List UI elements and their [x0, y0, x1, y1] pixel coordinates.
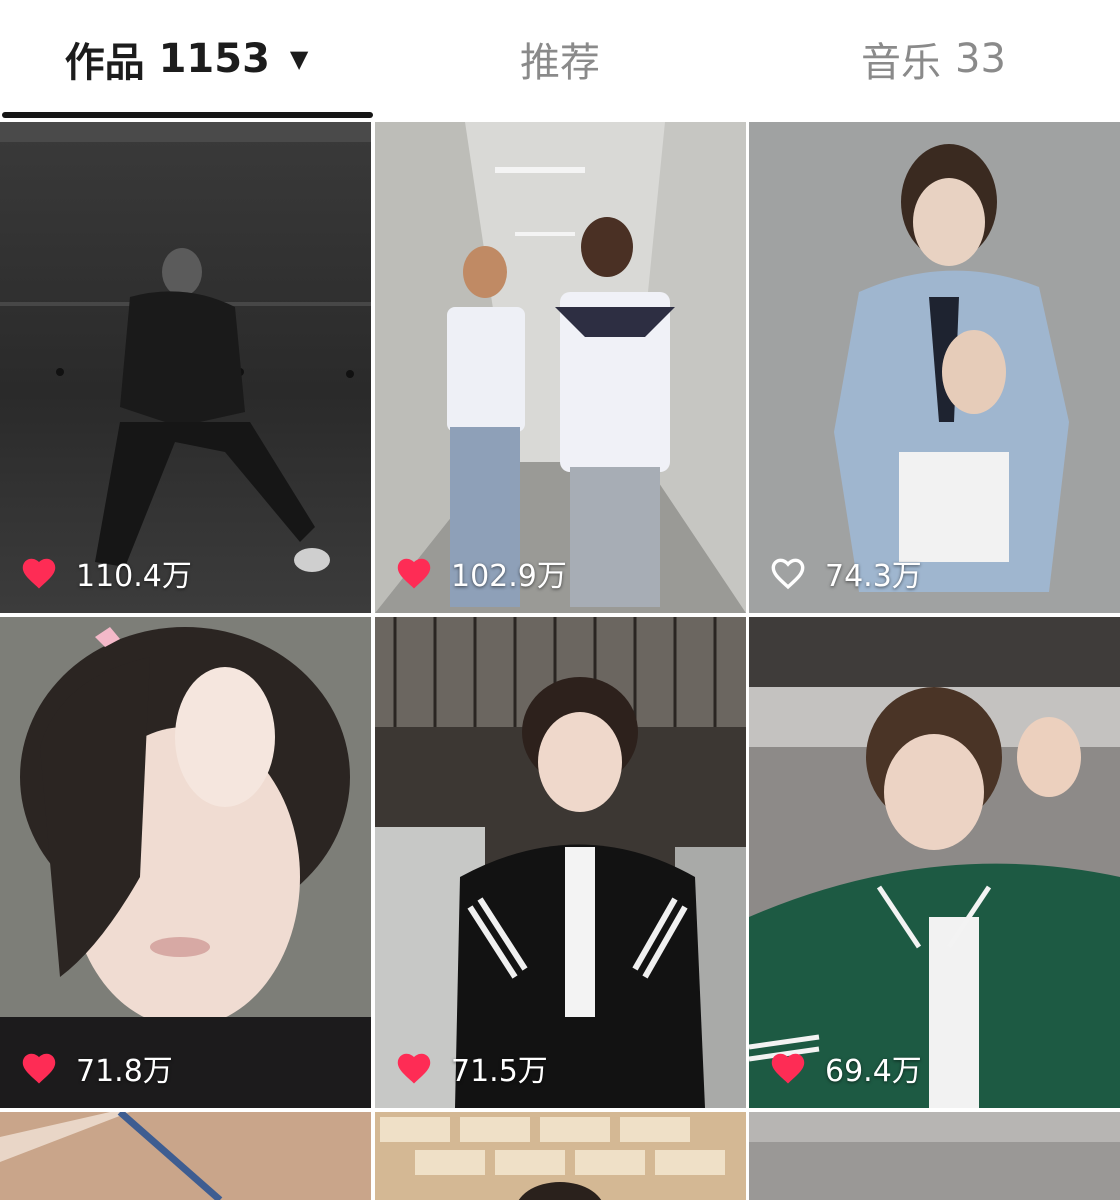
video-thumbnail-image: [749, 617, 1120, 1108]
tab-works[interactable]: 作品 1153 ▼: [0, 0, 373, 118]
video-thumbnail-image: [749, 122, 1120, 613]
like-count: 71.8万: [20, 1046, 173, 1090]
heart-filled-icon: [397, 1053, 431, 1084]
tab-recommended[interactable]: 推荐: [373, 0, 747, 118]
video-thumbnail-image: [375, 122, 746, 613]
video-tile-1[interactable]: 110.4万: [0, 122, 371, 613]
like-count-text: 71.8万: [76, 1054, 173, 1089]
like-count: 74.3万: [769, 551, 922, 595]
video-tile-5[interactable]: 71.5万: [375, 617, 746, 1108]
heart-filled-icon: [397, 558, 431, 589]
like-count: 69.4万: [769, 1046, 922, 1090]
like-count-text: 74.3万: [825, 559, 922, 594]
video-thumbnail-image: [0, 617, 371, 1108]
video-tile-7[interactable]: [0, 1112, 371, 1200]
tab-music[interactable]: 音乐 33: [747, 0, 1120, 118]
video-tile-4[interactable]: 71.8万: [0, 617, 371, 1108]
video-thumbnail-image: [375, 617, 746, 1108]
tab-works-count: 1153: [158, 36, 270, 82]
video-tile-9[interactable]: [749, 1112, 1120, 1200]
like-count-text: 110.4万: [76, 559, 192, 594]
tab-recommended-label: 推荐: [520, 40, 600, 86]
video-tile-8[interactable]: [375, 1112, 746, 1200]
profile-tab-bar: 作品 1153 ▼ 推荐 音乐 33: [0, 0, 1120, 118]
like-count-text: 71.5万: [451, 1054, 548, 1089]
video-tile-6[interactable]: 69.4万: [749, 617, 1120, 1108]
tab-music-count: 33: [955, 36, 1006, 82]
caret-down-icon[interactable]: ▼: [290, 45, 308, 73]
video-thumbnail-image: [375, 1112, 746, 1200]
tab-music-label: 音乐: [861, 40, 942, 86]
like-count-text: 102.9万: [451, 559, 567, 594]
tab-works-label: 作品: [64, 40, 145, 86]
video-grid: 110.4万 102.9万 74.3万 71.8万 71.5万 69.4万: [0, 122, 1120, 1200]
like-count: 110.4万: [20, 551, 192, 595]
like-count: 102.9万: [395, 551, 567, 595]
like-count: 71.5万: [395, 1046, 548, 1090]
like-count-text: 69.4万: [825, 1054, 922, 1089]
active-tab-indicator: [2, 112, 373, 118]
video-thumbnail-image: [0, 122, 371, 613]
video-thumbnail-image: [749, 1112, 1120, 1200]
video-tile-2[interactable]: 102.9万: [375, 122, 746, 613]
heart-filled-icon: [22, 1053, 56, 1084]
video-thumbnail-image: [0, 1112, 371, 1200]
heart-outline-icon: [771, 558, 805, 590]
heart-filled-icon: [22, 558, 56, 589]
video-tile-3[interactable]: 74.3万: [749, 122, 1120, 613]
heart-filled-icon: [771, 1053, 805, 1084]
